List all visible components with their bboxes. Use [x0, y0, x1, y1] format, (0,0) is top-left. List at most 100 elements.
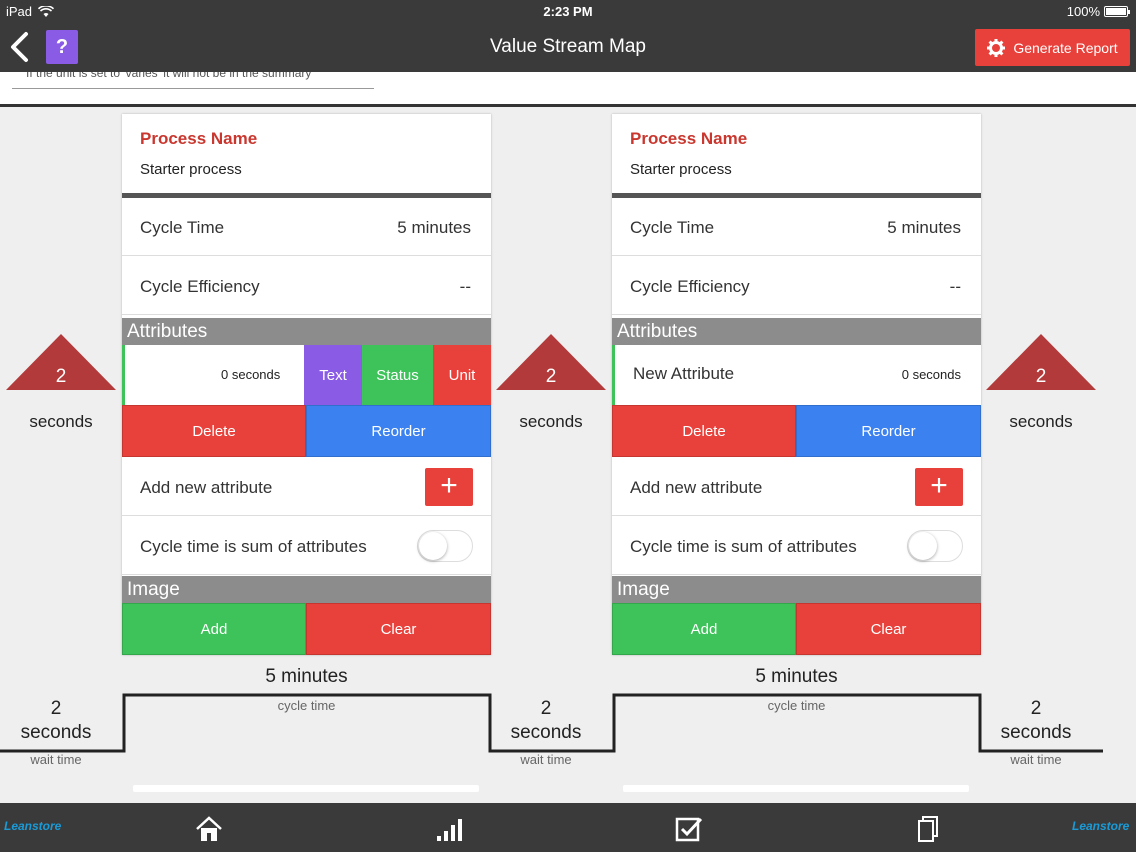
reorder-button[interactable]: Reorder: [796, 405, 981, 457]
generate-report-label: Generate Report: [1013, 39, 1118, 56]
inventory-unit: seconds: [29, 412, 93, 431]
tab-documents[interactable]: [914, 815, 944, 843]
process-name-field[interactable]: Process Name Starter process: [122, 114, 491, 194]
section-divider: [0, 104, 1136, 107]
cycle-time-row[interactable]: Cycle Time 5 minutes: [612, 198, 981, 256]
inventory-triangle[interactable]: 2: [6, 334, 116, 390]
toggle-knob: [419, 532, 447, 560]
image-actions: Add Clear: [612, 603, 981, 655]
home-icon: [196, 816, 222, 841]
toggle-knob: [909, 532, 937, 560]
battery-icon: [1104, 6, 1130, 17]
clear-image-button[interactable]: Clear: [306, 603, 491, 655]
cycle-efficiency-value: --: [459, 277, 471, 296]
add-attribute-button[interactable]: +: [425, 468, 473, 506]
process-name-label: Process Name: [630, 129, 748, 148]
delete-button[interactable]: Delete: [612, 405, 796, 457]
cycle-sum-toggle[interactable]: [417, 530, 473, 562]
unit-action-button[interactable]: Unit: [433, 345, 491, 405]
inventory-unit: seconds: [519, 412, 583, 431]
add-attribute-button[interactable]: +: [915, 468, 963, 506]
reorder-button[interactable]: Reorder: [306, 405, 491, 457]
cycle-time-value: 5 minutes: [887, 218, 961, 237]
add-attribute-label: Add new attribute: [630, 478, 763, 497]
status-action-button[interactable]: Status: [362, 345, 433, 405]
cycle-time-caption: cycle time: [767, 698, 826, 713]
cycle-efficiency-label: Cycle Efficiency: [140, 277, 260, 296]
attribute-value: 0 seconds: [221, 367, 281, 382]
horizontal-scrollbar[interactable]: [623, 785, 969, 792]
cycle-sum-row: Cycle time is sum of attributes: [612, 517, 981, 575]
add-image-button[interactable]: Add: [122, 603, 306, 655]
hint-divider: [12, 88, 374, 89]
add-attribute-row: Add new attribute +: [122, 458, 491, 516]
wait-time-caption: wait time: [520, 752, 572, 767]
generate-report-button[interactable]: Generate Report: [975, 29, 1130, 66]
cycle-sum-label: Cycle time is sum of attributes: [140, 537, 367, 556]
add-image-button[interactable]: Add: [612, 603, 796, 655]
battery-percent: 100%: [1066, 4, 1100, 19]
image-actions: Add Clear: [122, 603, 491, 655]
inventory-triangle[interactable]: 2: [496, 334, 606, 390]
cycle-efficiency-label: Cycle Efficiency: [630, 277, 750, 296]
cycle-efficiency-row[interactable]: Cycle Efficiency --: [612, 257, 981, 315]
nav-bar: ? Value Stream Map Generate Report: [0, 22, 1136, 72]
text-action-button[interactable]: Text: [304, 345, 362, 405]
wait-time-caption: wait time: [30, 752, 82, 767]
cycle-time-value: 5 minutes: [397, 218, 471, 237]
checkbox-icon: [675, 817, 703, 842]
tab-checklist[interactable]: [674, 815, 704, 843]
cycle-efficiency-row[interactable]: Cycle Efficiency --: [122, 257, 491, 315]
cycle-sum-label: Cycle time is sum of attributes: [630, 537, 857, 556]
cycle-sum-toggle[interactable]: [907, 530, 963, 562]
process-name-label: Process Name: [140, 129, 258, 148]
summary-hint: If the unit is set to 'varies' it will n…: [26, 72, 312, 80]
gear-icon: [987, 38, 1006, 57]
process-name-value: Starter process: [630, 161, 732, 178]
documents-icon: [918, 816, 938, 842]
process-card: Process Name Starter process Cycle Time …: [612, 114, 981, 655]
wait-time-unit: seconds: [1000, 722, 1072, 743]
clear-image-button[interactable]: Clear: [796, 603, 981, 655]
clock: 2:23 PM: [543, 4, 593, 19]
process-name-value: Starter process: [140, 161, 242, 178]
chart-bars-icon: [437, 819, 462, 841]
inventory-value: 2: [545, 366, 557, 387]
timeline: 5 minutes cycle time 5 minutes cycle tim…: [0, 660, 1136, 800]
process-card: Process Name Starter process Cycle Time …: [122, 114, 491, 655]
cycle-time-total: 5 minutes: [755, 666, 838, 687]
attribute-row[interactable]: New Attribute 0 seconds: [612, 345, 981, 405]
cycle-time-total: 5 minutes: [265, 666, 348, 687]
attributes-header: Attributes: [612, 318, 981, 345]
wait-time-unit: seconds: [510, 722, 582, 743]
cycle-time-label: Cycle Time: [630, 218, 715, 237]
cycle-time-row[interactable]: Cycle Time 5 minutes: [122, 198, 491, 256]
add-attribute-row: Add new attribute +: [612, 458, 981, 516]
tab-home[interactable]: [194, 815, 224, 843]
cycle-time-label: Cycle Time: [140, 218, 225, 237]
image-header: Image: [122, 576, 491, 603]
inventory-value: 2: [55, 366, 67, 387]
inventory-unit: seconds: [1009, 412, 1073, 431]
cycle-time-caption: cycle time: [277, 698, 336, 713]
cycle-sum-row: Cycle time is sum of attributes: [122, 517, 491, 575]
attribute-actions: Delete Reorder: [122, 405, 491, 457]
attribute-actions: Delete Reorder: [612, 405, 981, 457]
tab-summary[interactable]: [434, 815, 464, 843]
tab-bar: Leanstore Leanstore: [0, 803, 1136, 852]
add-attribute-label: Add new attribute: [140, 478, 273, 497]
leanstore-logo: Leanstore: [4, 819, 62, 833]
delete-button[interactable]: Delete: [122, 405, 306, 457]
attribute-row[interactable]: 0 seconds Text Status Unit: [122, 345, 491, 405]
inventory-triangle[interactable]: 2: [986, 334, 1096, 390]
wait-time-value: 2: [50, 698, 62, 719]
process-name-field[interactable]: Process Name Starter process: [612, 114, 981, 194]
attribute-name: New Attribute: [633, 364, 735, 383]
status-bar: iPad 2:23 PM 100%: [0, 0, 1136, 22]
wait-time-value: 2: [1030, 698, 1042, 719]
wait-time-value: 2: [540, 698, 552, 719]
horizontal-scrollbar[interactable]: [133, 785, 479, 792]
page-title: Value Stream Map: [490, 36, 646, 57]
wait-time-caption: wait time: [1010, 752, 1062, 767]
cycle-efficiency-value: --: [949, 277, 961, 296]
